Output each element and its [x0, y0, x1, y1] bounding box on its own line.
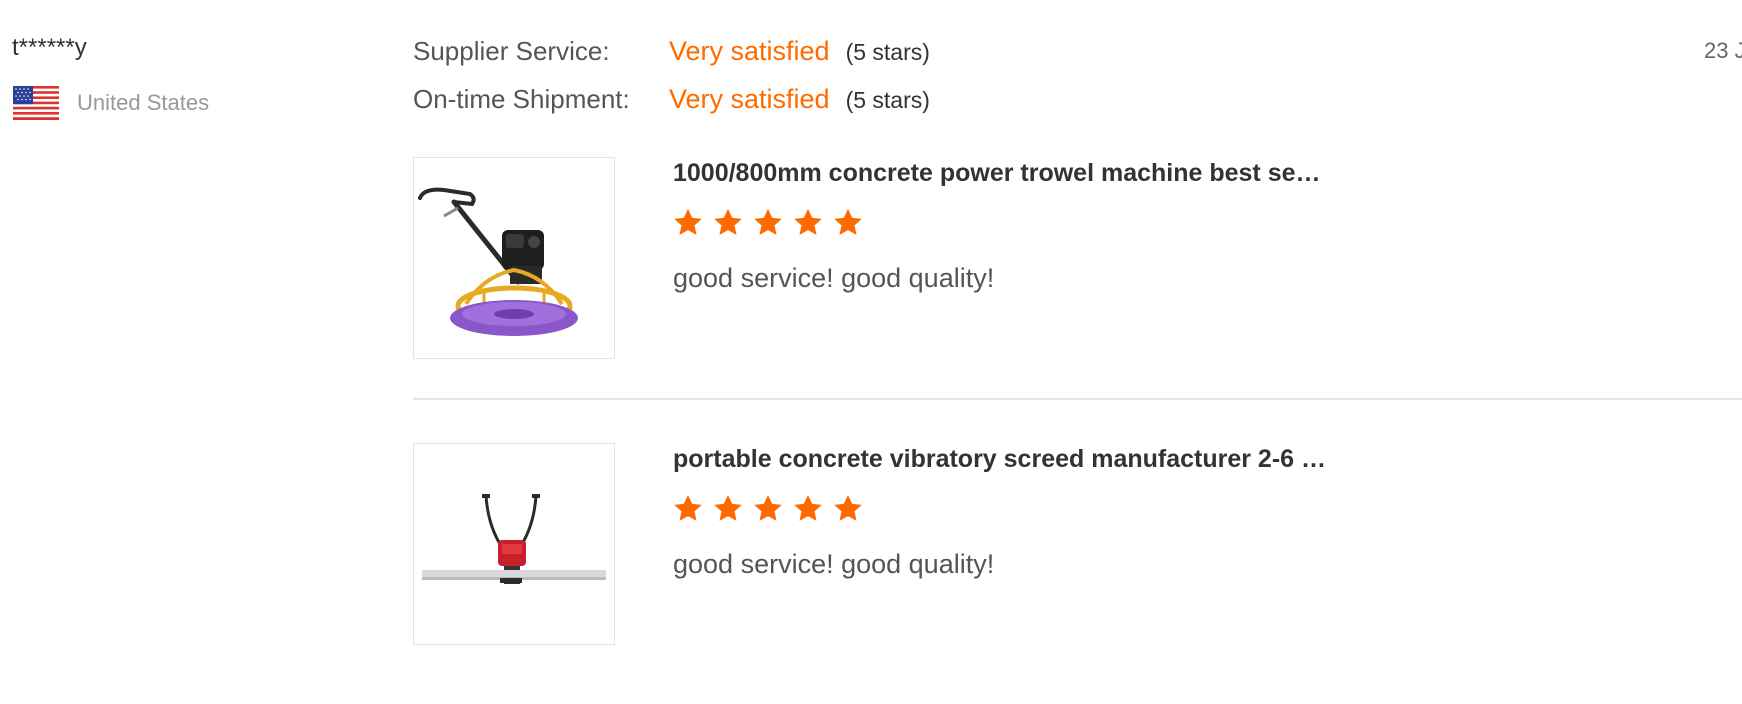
- reviewer-name: t******y: [12, 34, 87, 61]
- rating-stars-text: (5 stars): [845, 87, 930, 113]
- review-date: 23 J: [1704, 38, 1742, 63]
- star-icon: [714, 209, 742, 235]
- rating-stars-text: (5 stars): [845, 39, 930, 65]
- rating-label: On-time Shipment:: [413, 84, 630, 114]
- supplier-service-rating: Supplier Service: Very satisfied (5 star…: [413, 36, 930, 67]
- product-title[interactable]: portable concrete vibratory screed manuf…: [673, 445, 1326, 474]
- product-thumbnail[interactable]: [413, 443, 615, 645]
- reviewed-product: portable concrete vibratory screed manuf…: [413, 443, 1742, 647]
- us-flag-icon: [13, 86, 59, 120]
- star-icon: [674, 209, 702, 235]
- divider: [413, 398, 1742, 400]
- vibratory-screed-image: [422, 494, 606, 584]
- rating-label: Supplier Service:: [413, 36, 610, 66]
- review-text: good service! good quality!: [673, 263, 995, 293]
- product-title[interactable]: 1000/800mm concrete power trowel machine…: [673, 159, 1321, 188]
- country-label: United States: [77, 90, 210, 115]
- product-star-rating: [672, 493, 864, 525]
- review-text: good service! good quality!: [673, 549, 995, 579]
- star-icon: [754, 209, 782, 235]
- star-icon: [834, 209, 862, 235]
- star-icon: [674, 495, 702, 521]
- reviewed-product: 1000/800mm concrete power trowel machine…: [413, 157, 1742, 361]
- star-icon: [794, 495, 822, 521]
- reviewer-country: United States: [13, 86, 209, 120]
- power-trowel-machine-image: [418, 187, 578, 336]
- on-time-shipment-rating: On-time Shipment: Very satisfied (5 star…: [413, 84, 930, 115]
- product-thumbnail[interactable]: [413, 157, 615, 359]
- product-star-rating: [672, 207, 864, 239]
- star-icon: [834, 495, 862, 521]
- rating-value: Very satisfied: [669, 84, 830, 114]
- star-icon: [714, 495, 742, 521]
- star-icon: [794, 209, 822, 235]
- star-icon: [754, 495, 782, 521]
- rating-value: Very satisfied: [669, 36, 830, 66]
- review-card: t******y United States 23 J Supplier Ser…: [0, 0, 1742, 704]
